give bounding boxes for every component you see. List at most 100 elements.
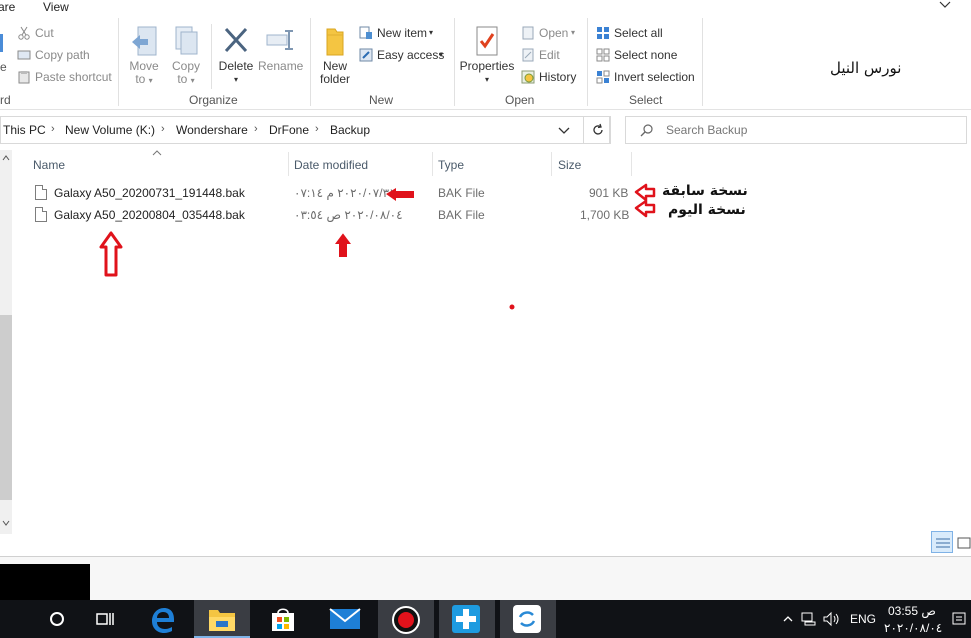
tab-share[interactable]: are — [0, 0, 15, 14]
rename-icon — [266, 30, 293, 50]
new-folder-icon — [326, 28, 344, 56]
breadcrumb-wondershare[interactable]: Wondershare — [176, 123, 248, 137]
volume-icon[interactable] — [823, 611, 841, 627]
column-divider[interactable] — [432, 152, 433, 176]
open-icon — [522, 26, 534, 40]
select-none-icon — [596, 48, 610, 62]
chevron-right-icon[interactable]: › — [254, 123, 258, 135]
scroll-up-icon[interactable] — [2, 155, 10, 161]
new-folder-button[interactable]: New folder — [315, 25, 355, 86]
mail-taskbar-button[interactable] — [317, 600, 373, 638]
scroll-down-icon[interactable] — [2, 520, 10, 526]
search-input[interactable]: Search Backup — [666, 123, 747, 137]
chevron-down-icon[interactable] — [558, 126, 570, 136]
copy-to-button[interactable]: Copy to ▾ — [166, 25, 206, 87]
store-taskbar-button[interactable] — [256, 600, 312, 638]
watermark-text: نورس النيل — [830, 59, 902, 77]
task-view-icon — [96, 613, 114, 625]
store-bag-icon — [272, 608, 294, 631]
file-type: BAK File — [438, 208, 485, 222]
search-box[interactable]: Search Backup — [625, 116, 967, 144]
refresh-button[interactable] — [583, 116, 611, 144]
column-header-date[interactable]: Date modified — [294, 158, 368, 172]
column-divider[interactable] — [288, 152, 289, 176]
background-black-block — [0, 564, 90, 600]
ribbon: are View e Cut Copy path Paste shortcut … — [0, 0, 971, 110]
file-icon — [35, 185, 47, 200]
divider — [211, 24, 212, 89]
move-to-button[interactable]: Move to ▾ — [124, 25, 164, 87]
file-icon — [35, 207, 47, 222]
divider — [702, 18, 703, 106]
open-group-label: Open — [505, 93, 535, 107]
clock-time: 03:55 ص — [888, 604, 936, 618]
drfone-taskbar-button[interactable] — [439, 600, 495, 638]
navigation-pane-scrollbar[interactable] — [0, 150, 12, 534]
column-divider[interactable] — [551, 152, 552, 176]
column-header-type[interactable]: Type — [438, 158, 464, 172]
large-icons-view-button[interactable] — [956, 532, 971, 552]
organize-group-label: Organize — [189, 93, 238, 107]
paste-icon-fragment — [0, 34, 3, 52]
column-header-size[interactable]: Size — [558, 158, 581, 172]
breadcrumb-backup[interactable]: Backup — [330, 123, 370, 137]
large-icons-view-icon — [957, 537, 971, 549]
chevron-right-icon[interactable]: › — [315, 123, 319, 135]
left-arrow-annotation — [634, 183, 656, 202]
left-arrow-annotation — [634, 199, 656, 218]
chevron-right-icon[interactable]: › — [161, 123, 165, 135]
copy-to-icon — [175, 26, 198, 55]
network-icon[interactable] — [801, 612, 817, 626]
mail-icon — [329, 608, 361, 629]
details-view-button[interactable] — [931, 531, 953, 553]
easy-access-icon — [359, 48, 373, 62]
file-row[interactable]: Galaxy A50_20200731_191448.bak ٢٠٢٠/٠٧/٣… — [30, 183, 630, 203]
up-arrow-annotation — [99, 231, 123, 277]
today-backup-label: نسخة اليوم — [668, 202, 746, 218]
rename-button[interactable]: Rename — [258, 25, 303, 73]
file-name: Galaxy A50_20200804_035448.bak — [54, 208, 245, 222]
sort-ascending-icon — [152, 150, 162, 156]
file-name: Galaxy A50_20200731_191448.bak — [54, 186, 245, 200]
previous-backup-label: نسخة سابقة — [662, 183, 748, 199]
file-row[interactable]: Galaxy A50_20200804_035448.bak ٢٠٢٠/٠٨/٠… — [30, 205, 630, 225]
task-view-button[interactable] — [78, 600, 134, 638]
file-explorer-taskbar-button[interactable] — [194, 600, 250, 638]
edge-taskbar-button[interactable] — [136, 600, 192, 638]
clock[interactable]: 03:55 ص ٢٠٢٠/٠٨/٠٤ — [880, 602, 944, 638]
edit-icon — [522, 48, 534, 62]
breadcrumb-this-pc[interactable]: This PC — [3, 123, 46, 137]
drfone-plus-icon — [452, 605, 480, 633]
address-bar[interactable]: This PC › New Volume (K:) › Wondershare … — [0, 116, 610, 144]
refresh-icon — [593, 123, 603, 135]
delete-button[interactable]: Delete ▾ — [214, 25, 258, 86]
properties-button[interactable]: Properties ▾ — [458, 25, 516, 86]
clock-date: ٢٠٢٠/٠٨/٠٤ — [884, 621, 943, 635]
up-arrow-annotation — [335, 233, 351, 257]
breadcrumb-drfone[interactable]: DrFone — [269, 123, 309, 137]
tab-view[interactable]: View — [43, 0, 69, 14]
divider — [587, 18, 588, 106]
recorder-taskbar-button[interactable] — [378, 600, 434, 638]
input-language-indicator[interactable]: ENG — [850, 612, 876, 626]
paste-shortcut-icon — [18, 71, 30, 84]
clipboard-fragment: e — [0, 60, 7, 74]
divider — [118, 18, 119, 106]
scrollbar-thumb[interactable] — [0, 315, 12, 500]
chevron-right-icon[interactable]: › — [51, 123, 55, 135]
background-window — [0, 556, 971, 600]
column-divider[interactable] — [631, 152, 632, 176]
breadcrumb-drive[interactable]: New Volume (K:) — [65, 123, 155, 137]
file-type: BAK File — [438, 186, 485, 200]
show-hidden-icons-icon[interactable] — [783, 615, 793, 623]
select-group-label: Select — [629, 93, 663, 107]
ribbon-collapse-icon[interactable] — [938, 0, 952, 10]
file-date: ٢٠٢٠/٠٨/٠٤ ص ٠٣:٥٤ — [294, 208, 403, 222]
column-header-name[interactable]: Name — [33, 158, 65, 172]
sync-app-taskbar-button[interactable] — [500, 600, 556, 638]
new-group-label: New — [369, 93, 394, 107]
clipboard-group-label: rd — [0, 93, 11, 107]
new-item-icon — [359, 26, 372, 39]
notifications-icon[interactable] — [951, 611, 967, 627]
history-icon — [521, 70, 535, 84]
